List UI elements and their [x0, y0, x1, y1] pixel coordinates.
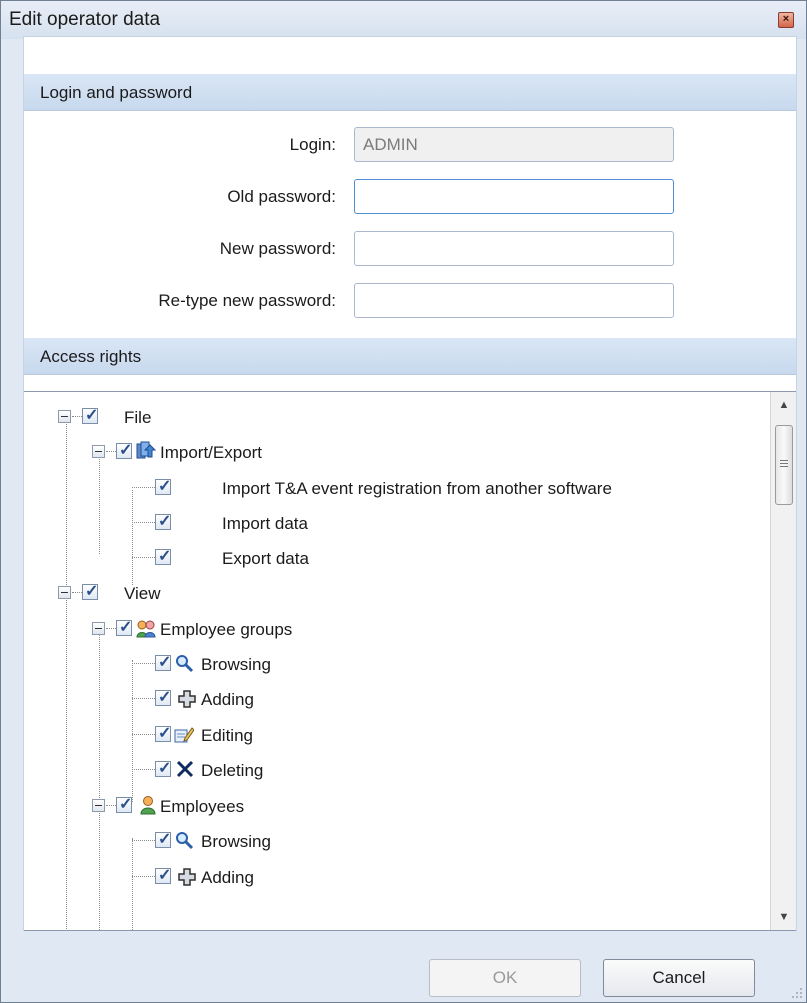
view-checkbox[interactable]	[82, 581, 98, 601]
scroll-up-button[interactable]: ▲	[771, 392, 796, 418]
tree-connector	[132, 769, 155, 770]
employees-browsing-checkbox[interactable]	[155, 829, 171, 849]
ok-button[interactable]: OK	[429, 959, 581, 997]
access-rights-header: Access rights	[24, 338, 796, 375]
dialog-title: Edit operator data	[9, 9, 161, 30]
tree-label: Import data	[222, 514, 308, 533]
tree-item-groups-deleting[interactable]: Deleting	[24, 755, 764, 787]
collapse-expander[interactable]	[58, 410, 71, 423]
tree-label: Export data	[222, 549, 309, 568]
collapse-expander[interactable]	[58, 586, 71, 599]
tree-label: View	[124, 584, 161, 603]
tree-connector	[132, 663, 155, 664]
login-password-title: Login and password	[40, 83, 193, 102]
tree-connector	[106, 628, 116, 629]
tree-item-import-export[interactable]: Import/Export	[24, 437, 764, 469]
tree-connector	[132, 876, 155, 877]
employee-groups-checkbox[interactable]	[116, 617, 132, 637]
tree-item-import-data[interactable]: Import data	[24, 508, 764, 540]
tree-item-export-data[interactable]: Export data	[24, 543, 764, 575]
groups-editing-checkbox[interactable]	[155, 723, 171, 743]
employee-icon	[140, 796, 156, 815]
tree-item-employees-adding[interactable]: Adding	[24, 862, 764, 894]
tree-item-import-event[interactable]: Import T&A event registration from anoth…	[24, 473, 764, 505]
import-event-checkbox[interactable]	[155, 476, 171, 496]
delete-icon	[176, 760, 194, 778]
import-export-checkbox[interactable]	[116, 440, 132, 460]
tree-connector	[132, 698, 155, 699]
access-rights-title: Access rights	[40, 347, 142, 366]
tree-label: File	[124, 408, 152, 427]
tree-item-groups-adding[interactable]: Adding	[24, 684, 764, 716]
tree-viewport: File Import/Export Import	[24, 392, 770, 930]
tree-connector	[106, 805, 116, 806]
access-rights-tree[interactable]: File Import/Export Import	[24, 391, 796, 931]
employees-checkbox[interactable]	[116, 794, 132, 814]
dialog-footer: OK Cancel	[23, 931, 795, 1001]
tree-label: Employee groups	[160, 620, 293, 639]
login-field[interactable]	[354, 127, 674, 162]
edit-operator-dialog: Edit operator data × Login and password …	[0, 0, 807, 1003]
tree-connector	[106, 451, 116, 452]
login-label: Login:	[289, 135, 336, 154]
tree-label: Adding	[201, 868, 254, 887]
groups-adding-checkbox[interactable]	[155, 687, 171, 707]
tree-scrollbar[interactable]: ▲ ▼	[770, 392, 796, 930]
new-password-field[interactable]	[354, 231, 674, 266]
groups-browsing-checkbox[interactable]	[155, 652, 171, 672]
retype-password-field[interactable]	[354, 283, 674, 318]
tree-connector	[132, 557, 155, 558]
edit-icon	[174, 727, 194, 743]
scroll-thumb[interactable]	[775, 425, 793, 505]
old-password-field[interactable]	[354, 179, 674, 214]
tree-label: Browsing	[201, 655, 271, 674]
scroll-down-button[interactable]: ▼	[771, 904, 796, 930]
tree-label: Employees	[160, 797, 245, 816]
tree-item-employees[interactable]: Employees	[24, 791, 764, 823]
employees-adding-checkbox[interactable]	[155, 865, 171, 885]
tree-connector	[132, 522, 155, 523]
grip-icon	[780, 460, 788, 461]
tree-label: Browsing	[201, 832, 271, 851]
tree-item-groups-editing[interactable]: Editing	[24, 720, 764, 752]
retype-password-label: Re-type new password:	[158, 291, 336, 310]
old-password-label: Old password:	[227, 187, 336, 206]
tree-connector	[132, 840, 155, 841]
tree-item-file[interactable]: File	[24, 402, 764, 434]
export-data-checkbox[interactable]	[155, 546, 171, 566]
dialog-content: Login and password Login: Old password: …	[23, 36, 797, 931]
resize-grip-icon[interactable]	[791, 987, 803, 999]
tree-item-employees-browsing[interactable]: Browsing	[24, 826, 764, 858]
login-password-header: Login and password	[24, 74, 796, 111]
tree-label: Adding	[201, 690, 254, 709]
tree-connector	[72, 592, 82, 593]
plus-icon	[178, 868, 196, 886]
groups-deleting-checkbox[interactable]	[155, 758, 171, 778]
tree-label: Import/Export	[160, 443, 263, 462]
tree-item-employee-groups[interactable]: Employee groups	[24, 614, 764, 646]
tree-label: Import T&A event registration from anoth…	[222, 479, 612, 498]
file-checkbox[interactable]	[82, 405, 98, 425]
magnifier-icon	[176, 832, 194, 850]
close-icon[interactable]: ×	[778, 12, 794, 28]
cancel-button[interactable]: Cancel	[603, 959, 755, 997]
plus-icon	[178, 690, 196, 708]
title-bar: Edit operator data ×	[1, 1, 806, 39]
tree-connector	[132, 487, 155, 488]
new-password-label: New password:	[219, 239, 336, 258]
collapse-expander[interactable]	[92, 445, 105, 458]
import-export-icon	[136, 441, 156, 459]
tree-connector	[132, 734, 155, 735]
tree-label: Deleting	[201, 761, 264, 780]
import-data-checkbox[interactable]	[155, 511, 171, 531]
collapse-expander[interactable]	[92, 799, 105, 812]
magnifier-icon	[176, 655, 194, 673]
collapse-expander[interactable]	[92, 622, 105, 635]
employee-groups-icon	[136, 620, 156, 638]
tree-item-groups-browsing[interactable]: Browsing	[24, 649, 764, 681]
tree-label: Editing	[201, 726, 253, 745]
tree-item-view[interactable]: View	[24, 578, 764, 610]
tree-connector	[72, 416, 82, 417]
